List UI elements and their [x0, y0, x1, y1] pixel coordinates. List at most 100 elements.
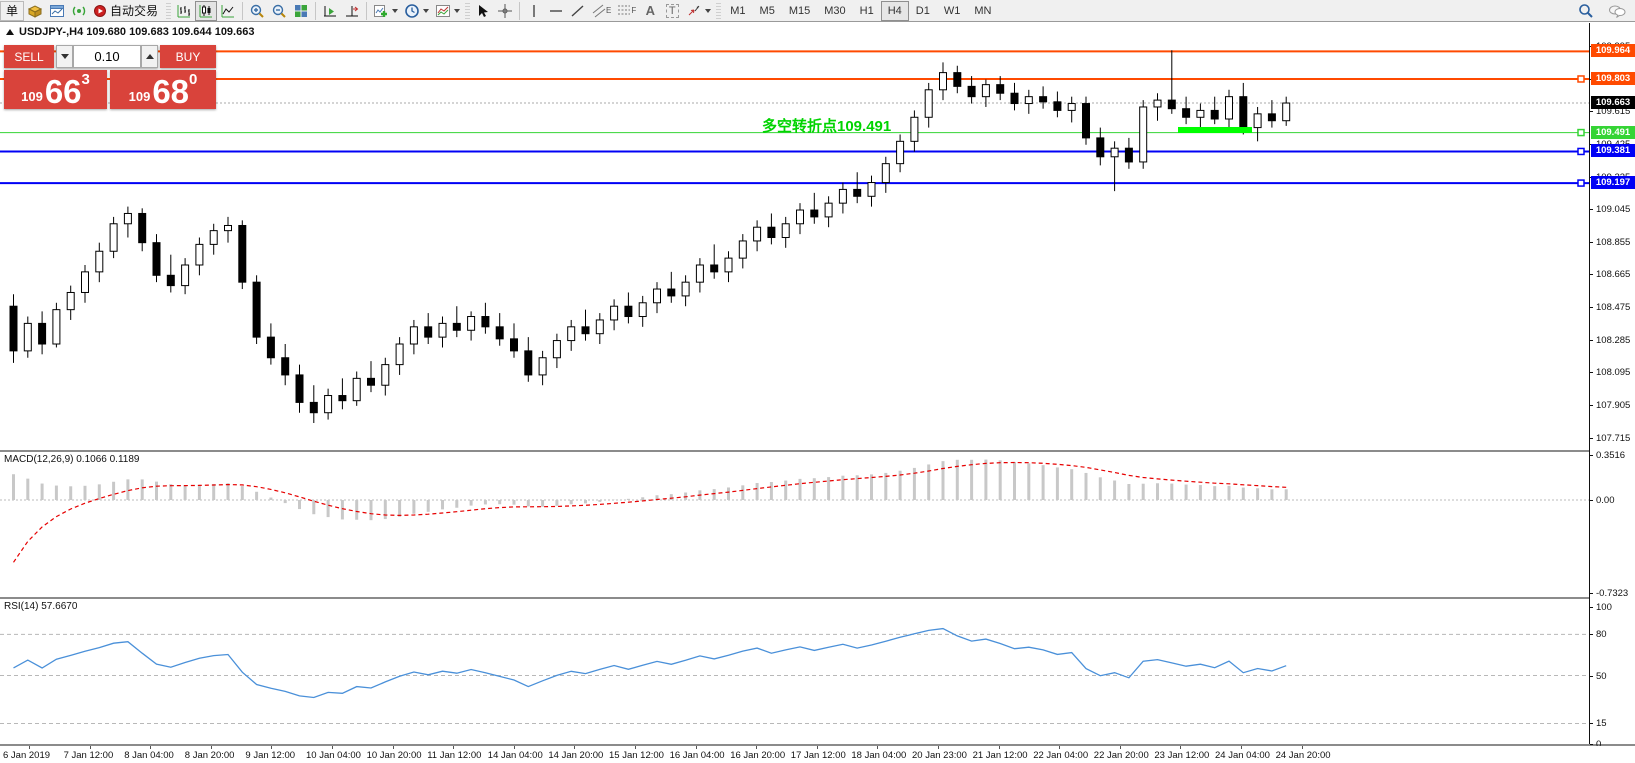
signals-icon: [71, 3, 87, 19]
price-tick: [1590, 111, 1593, 112]
price-axis[interactable]: 109.995 109.805 109.615 109.425 109.235 …: [1589, 23, 1635, 744]
price-tick: [1590, 209, 1593, 210]
price-tick-label: 107.715: [1596, 433, 1630, 444]
auto-scroll-button[interactable]: [319, 1, 341, 21]
buy-button[interactable]: BUY: [160, 45, 216, 68]
price-tick: [1590, 405, 1593, 406]
time-tick: [574, 746, 575, 749]
chat-button[interactable]: [1605, 1, 1629, 21]
timeframe-button-m5[interactable]: M5: [753, 1, 782, 21]
time-label: 6 Jan 2019: [3, 750, 50, 761]
macd-plot[interactable]: [0, 452, 1589, 597]
rsi-tick: [1590, 744, 1593, 745]
macd-tick: [1590, 593, 1593, 594]
time-tick: [999, 746, 1000, 749]
sell-price-button[interactable]: 109 66 3: [4, 70, 107, 109]
zoom-out-button[interactable]: [268, 1, 290, 21]
macd-pane[interactable]: MACD(12,26,9) 0.1066 0.1189: [0, 452, 1589, 597]
rsi-plot[interactable]: [0, 599, 1589, 744]
chart-window-button[interactable]: [46, 1, 68, 21]
bar-chart-button[interactable]: [173, 1, 195, 21]
toolbar: 单 自动交易: [0, 0, 1635, 22]
time-label: 16 Jan 20:00: [730, 750, 785, 761]
autotrading-button[interactable]: 自动交易: [90, 1, 164, 21]
price-tick: [1590, 242, 1593, 243]
channel-button[interactable]: E: [589, 1, 614, 21]
toolbar-right-group: [1575, 0, 1629, 22]
pivot-annotation: 多空转折点109.491: [762, 115, 891, 136]
templates-button[interactable]: [432, 1, 463, 21]
text-button[interactable]: A: [639, 1, 661, 21]
time-tick: [29, 746, 30, 749]
macd-tick: [1590, 500, 1593, 501]
timeframe-button-w1[interactable]: W1: [937, 1, 968, 21]
buy-price-button[interactable]: 109 68 0: [110, 70, 216, 109]
auto-scroll-icon: [322, 3, 338, 19]
crosshair-button[interactable]: [494, 1, 516, 21]
timeframe-button-h4[interactable]: H4: [881, 1, 909, 21]
time-label: 10 Jan 04:00: [306, 750, 361, 761]
timeframe-button-m1[interactable]: M1: [723, 1, 752, 21]
vertical-line-button[interactable]: [523, 1, 545, 21]
time-axis[interactable]: 6 Jan 2019 7 Jan 12:00 8 Jan 04:00 8 Jan…: [0, 746, 1635, 763]
crosshair-icon: [497, 3, 513, 19]
timeframe-button-h1[interactable]: H1: [853, 1, 881, 21]
time-label: 8 Jan 04:00: [124, 750, 174, 761]
time-tick: [817, 746, 818, 749]
time-tick: [271, 746, 272, 749]
main-chart-pane[interactable]: USDJPY-,H4 109.680 109.683 109.644 109.6…: [0, 23, 1589, 450]
line-chart-button[interactable]: [217, 1, 239, 21]
macd-label: MACD(12,26,9) 0.1066 0.1189: [4, 454, 139, 465]
order-button[interactable]: 单: [0, 1, 24, 21]
candlestick-chart-icon: [198, 3, 214, 19]
periods-button[interactable]: [401, 1, 432, 21]
horizontal-line-icon: [548, 3, 564, 19]
price-tick-label: 108.665: [1596, 269, 1630, 280]
chart-shift-button[interactable]: [341, 1, 363, 21]
price-tick: [1590, 438, 1593, 439]
rsi-pane[interactable]: RSI(14) 57.6670: [0, 599, 1589, 744]
zoom-in-button[interactable]: [246, 1, 268, 21]
timeframe-button-m30[interactable]: M30: [817, 1, 852, 21]
tile-windows-button[interactable]: [290, 1, 312, 21]
signals-button[interactable]: [68, 1, 90, 21]
time-tick: [211, 746, 212, 749]
rsi-tick-label: 15: [1596, 718, 1607, 729]
horizontal-line-button[interactable]: [545, 1, 567, 21]
timeframe-button-d1[interactable]: D1: [909, 1, 937, 21]
new-order-icon[interactable]: [24, 1, 46, 21]
search-button[interactable]: [1575, 1, 1597, 21]
fibonacci-button[interactable]: F: [614, 1, 639, 21]
main-chart-plot[interactable]: [0, 23, 1589, 450]
buy-button-label: BUY: [176, 50, 201, 64]
time-label: 8 Jan 20:00: [185, 750, 235, 761]
toolbar-grip: [465, 3, 470, 19]
cursor-button[interactable]: [472, 1, 494, 21]
collapse-icon[interactable]: [6, 29, 14, 35]
arrows-button[interactable]: [683, 1, 714, 21]
buy-price-prefix: 109: [129, 90, 151, 107]
volume-increase-button[interactable]: [141, 45, 158, 68]
time-label: 17 Jan 12:00: [791, 750, 846, 761]
timeframe-button-m15[interactable]: M15: [782, 1, 817, 21]
channel-icon: [592, 3, 606, 19]
time-label: 11 Jan 12:00: [427, 750, 481, 761]
time-tick: [90, 746, 91, 749]
candlestick-chart-button[interactable]: [195, 1, 217, 21]
time-tick: [635, 746, 636, 749]
sell-button[interactable]: SELL: [4, 45, 54, 68]
price-level-label: 109.964: [1591, 44, 1635, 57]
time-label: 15 Jan 12:00: [609, 750, 664, 761]
timeframe-button-mn[interactable]: MN: [967, 1, 998, 21]
add-indicator-icon: [373, 3, 389, 19]
chart-shift-icon: [344, 3, 360, 19]
volume-input[interactable]: [73, 45, 141, 68]
indicators-button[interactable]: [370, 1, 401, 21]
price-level-label: 109.491: [1591, 126, 1635, 139]
trendline-button[interactable]: [567, 1, 589, 21]
dropdown-arrow-icon: [705, 9, 711, 13]
label-button[interactable]: T: [661, 1, 683, 21]
volume-decrease-button[interactable]: [56, 45, 73, 68]
rsi-label: RSI(14) 57.6670: [4, 601, 77, 612]
time-label: 7 Jan 12:00: [64, 750, 114, 761]
